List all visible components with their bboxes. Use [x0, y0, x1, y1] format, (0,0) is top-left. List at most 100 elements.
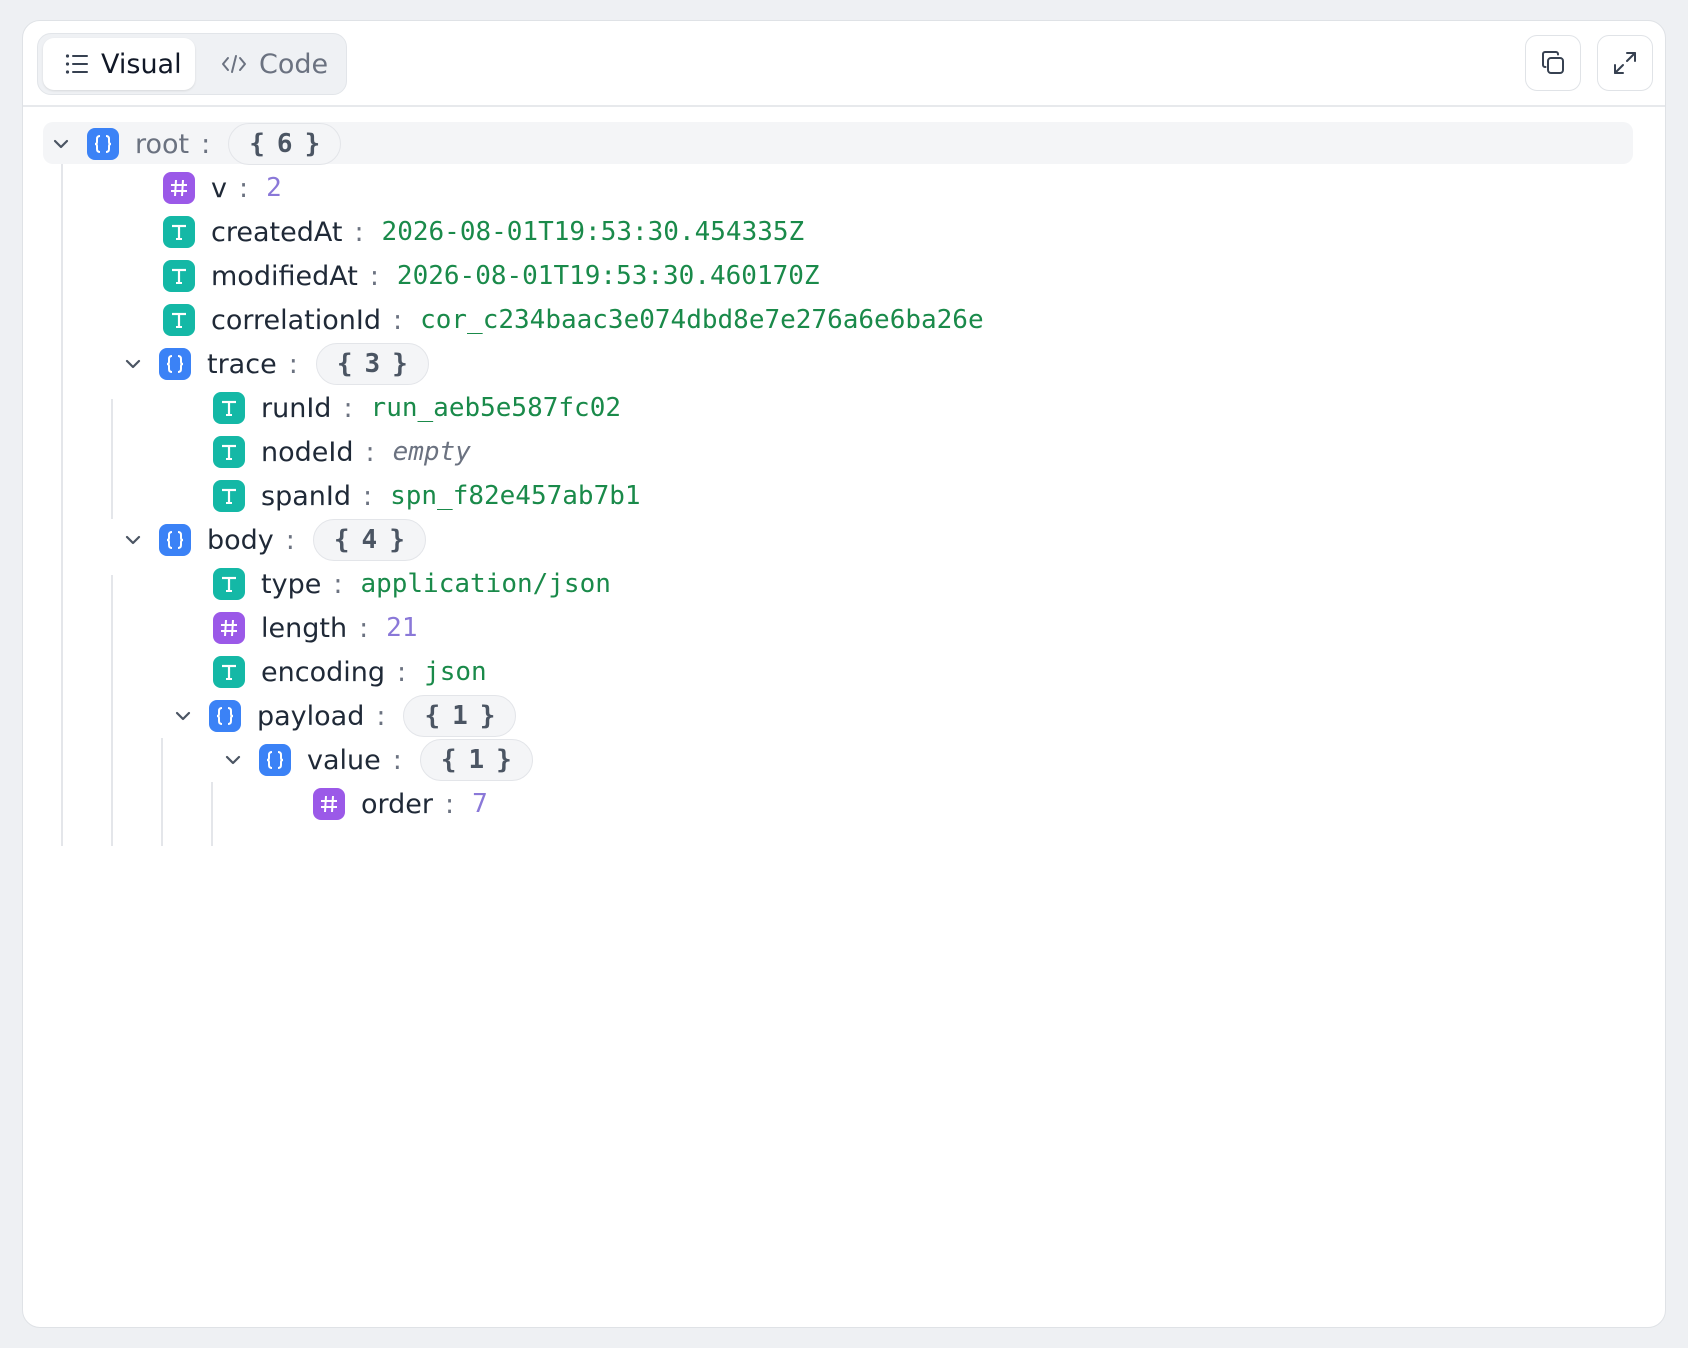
key-separator: :: [285, 524, 295, 556]
node-key: order: [361, 788, 433, 820]
tree-node-value[interactable]: value : {1}: [221, 738, 533, 782]
node-key: nodeId: [261, 436, 354, 468]
child-count-badge: {1}: [419, 739, 533, 781]
key-separator: :: [396, 656, 407, 688]
tree-node-runId[interactable]: runId : run_aeb5e587fc02: [213, 386, 621, 430]
json-viewer-panel: Visual Code root: {6} v: 2 createdAt…: [22, 20, 1666, 1328]
string-type-icon: [163, 260, 195, 292]
node-key: type: [261, 568, 322, 600]
toolbar: Visual Code: [23, 21, 1665, 107]
node-key: length: [261, 612, 348, 644]
node-value: 7: [472, 789, 488, 819]
node-value: cor_c234baac3e074dbd8e7e276a6e6ba26e: [420, 305, 984, 335]
node-value-empty: empty: [392, 437, 471, 467]
chevron-down-icon[interactable]: [221, 748, 245, 772]
tree-node-body[interactable]: body : {4}: [121, 518, 426, 562]
tree-node-createdAt[interactable]: createdAt : 2026-08-01T19:53:30.454335Z: [163, 210, 804, 254]
tree-guide-line: [111, 575, 113, 846]
list-icon: [65, 54, 88, 74]
copy-icon: [1542, 51, 1564, 74]
tree-node-nodeId[interactable]: nodeId : empty: [213, 430, 471, 474]
key-separator: :: [365, 436, 375, 468]
object-type-icon: [159, 348, 191, 380]
tree-guide-line: [61, 164, 63, 846]
node-value: spn_f82e457ab7b1: [390, 481, 641, 511]
child-count-badge: {6}: [228, 123, 342, 165]
tree-node-v[interactable]: v : 2: [163, 166, 282, 210]
object-type-icon: [159, 524, 191, 556]
string-type-icon: [163, 216, 195, 248]
tree-guide-line: [211, 782, 213, 846]
node-key: body: [207, 524, 274, 556]
tree-node-encoding[interactable]: encoding : json: [213, 650, 487, 694]
tree-node-correlationId[interactable]: correlationId : cor_c234baac3e074dbd8e7e…: [163, 298, 984, 342]
tree-node-spanId[interactable]: spanId : spn_f82e457ab7b1: [213, 474, 641, 518]
key-separator: :: [445, 788, 455, 820]
tree-node-length[interactable]: length : 21: [213, 606, 417, 650]
expand-icon: [1614, 52, 1636, 74]
key-separator: :: [392, 304, 403, 336]
string-type-icon: [213, 392, 245, 424]
expand-button[interactable]: [1597, 35, 1653, 91]
node-value: 2026-08-01T19:53:30.460170Z: [396, 261, 820, 291]
string-type-icon: [213, 480, 245, 512]
object-type-icon: [209, 700, 241, 732]
number-type-icon: [213, 612, 245, 644]
tree-node-root[interactable]: root : {6}: [49, 122, 342, 166]
key-separator: :: [288, 348, 298, 380]
key-separator: :: [359, 612, 369, 644]
key-separator: :: [354, 216, 364, 248]
node-key: value: [307, 744, 381, 776]
key-separator: :: [238, 172, 249, 204]
node-key: payload: [257, 700, 365, 732]
node-key: createdAt: [211, 216, 343, 248]
key-separator: :: [392, 744, 402, 776]
object-type-icon: [87, 128, 119, 160]
tree-guide-line: [111, 399, 113, 519]
view-toggle: Visual Code: [37, 33, 347, 95]
string-type-icon: [213, 568, 245, 600]
node-value: 21: [386, 613, 418, 643]
node-key: runId: [261, 392, 332, 424]
chevron-down-icon[interactable]: [49, 132, 73, 156]
node-value: application/json: [360, 569, 611, 599]
child-count-badge: {1}: [403, 695, 517, 737]
tab-code[interactable]: Code: [203, 38, 333, 90]
tree-node-type[interactable]: type : application/json: [213, 562, 611, 606]
node-value: run_aeb5e587fc02: [370, 393, 621, 423]
object-type-icon: [259, 744, 291, 776]
chevron-down-icon[interactable]: [121, 352, 145, 376]
child-count-badge: {3}: [315, 343, 429, 385]
key-separator: :: [201, 128, 211, 160]
chevron-down-icon[interactable]: [171, 704, 195, 728]
key-separator: :: [343, 392, 353, 424]
tree-node-order[interactable]: order : 7: [313, 782, 488, 826]
tree-guide-line: [161, 738, 163, 846]
copy-button[interactable]: [1525, 35, 1581, 91]
tab-visual[interactable]: Visual: [43, 38, 195, 90]
node-key: trace: [207, 348, 277, 380]
string-type-icon: [163, 304, 195, 336]
code-icon: [222, 55, 246, 73]
number-type-icon: [313, 788, 345, 820]
string-type-icon: [213, 436, 245, 468]
number-type-icon: [163, 172, 195, 204]
node-key: correlationId: [211, 304, 381, 336]
tree-node-modifiedAt[interactable]: modifiedAt : 2026-08-01T19:53:30.460170Z: [163, 254, 820, 298]
node-key: encoding: [261, 656, 385, 688]
tree-node-trace[interactable]: trace : {3}: [121, 342, 429, 386]
child-count-badge: {4}: [312, 519, 426, 561]
node-key: root: [135, 128, 190, 160]
node-value: 2026-08-01T19:53:30.454335Z: [381, 217, 805, 247]
tree-node-payload[interactable]: payload : {1}: [171, 694, 517, 738]
node-key: modifiedAt: [211, 260, 358, 292]
node-value: 2: [266, 173, 282, 203]
tab-visual-label: Visual: [101, 48, 182, 80]
node-key: spanId: [261, 480, 351, 512]
key-separator: :: [362, 480, 373, 512]
string-type-icon: [213, 656, 245, 688]
chevron-down-icon[interactable]: [121, 528, 145, 552]
node-value: json: [424, 657, 487, 687]
key-separator: :: [369, 260, 379, 292]
tab-code-label: Code: [259, 48, 329, 80]
